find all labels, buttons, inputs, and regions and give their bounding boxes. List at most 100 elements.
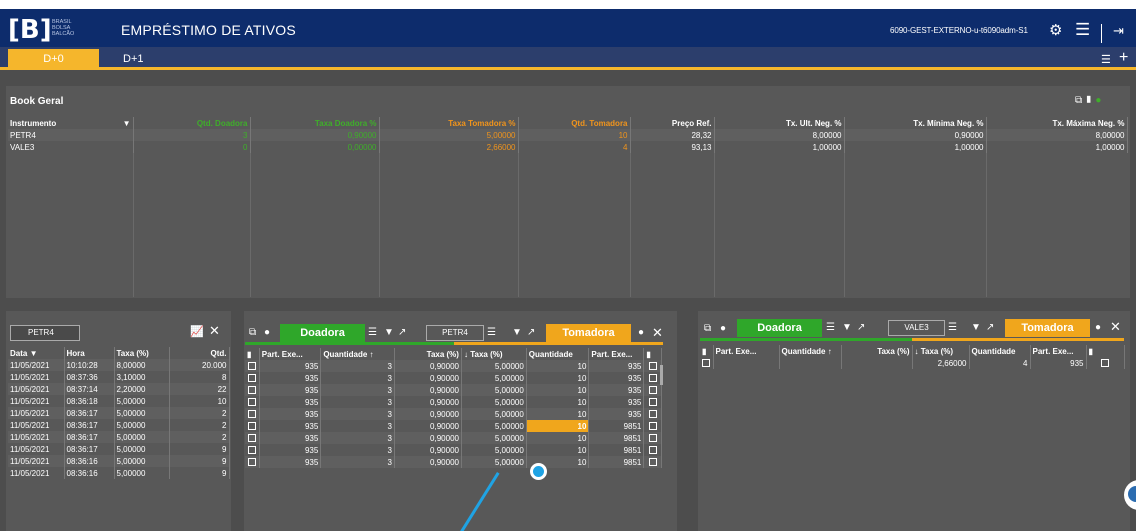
trash-icon[interactable]: ▮	[245, 348, 260, 360]
row-checkbox[interactable]	[648, 386, 657, 395]
logout-icon[interactable]: ⇥	[1113, 23, 1124, 39]
table-row[interactable]: 11/05/2021 08:36:16 5,00000 9	[8, 467, 230, 479]
table-row[interactable]: 935 3 0,90000 5,00000 10 935	[245, 372, 662, 384]
table-row[interactable]: VALE3 0 0,00000 2,66000 4 93,13 1,00000 1,00000…	[8, 141, 1128, 153]
col-taxa-donor[interactable]: Taxa (%)	[841, 345, 913, 357]
col-taxa-taker[interactable]: ↓ Taxa (%)	[912, 345, 970, 357]
instrument-input[interactable]: PETR4	[426, 325, 484, 341]
row-checkbox[interactable]	[648, 422, 657, 431]
toggle-icon[interactable]: ●	[264, 327, 270, 338]
trash-icon[interactable]: ▮	[700, 345, 714, 357]
trend-icon[interactable]: ↗	[398, 327, 406, 338]
row-checkbox[interactable]	[247, 458, 256, 467]
col-tx-ult[interactable]: Tx. Ult. Neg. %	[714, 117, 845, 129]
search-list-icon[interactable]: ☰	[368, 327, 377, 338]
table-row[interactable]: 11/05/2021 08:36:17 5,00000 2	[8, 407, 230, 419]
tab-d0[interactable]: D+0	[8, 49, 99, 69]
table-row[interactable]: 11/05/2021 08:36:17 5,00000 9	[8, 443, 230, 455]
col-part-exe-donor[interactable]: Part. Exe...	[713, 345, 780, 357]
col-qtd-doadora[interactable]: Qtd. Doadora	[133, 117, 251, 129]
close-icon[interactable]: ✕	[652, 325, 663, 341]
popout-icon[interactable]: ⧉	[1075, 95, 1082, 106]
col-taxa-taker[interactable]: ↓ Taxa (%)	[461, 348, 527, 360]
table-row[interactable]: 11/05/2021 08:36:18 5,00000 10	[8, 395, 230, 407]
row-checkbox[interactable]	[247, 386, 256, 395]
row-checkbox[interactable]	[247, 422, 256, 431]
col-qtd-donor[interactable]: Quantidade ↑	[779, 345, 842, 357]
instrument-input[interactable]: PETR4	[10, 325, 80, 341]
table-row[interactable]: 11/05/2021 08:36:17 5,00000 2	[8, 419, 230, 431]
col-qtd-donor[interactable]: Quantidade ↑	[320, 348, 395, 360]
table-row[interactable]: PETR4 3 0,90000 5,00000 10 28,32 8,00000 0,9000…	[8, 129, 1128, 141]
table-row[interactable]: 935 3 0,90000 5,00000 10 9851	[245, 444, 662, 456]
table-row[interactable]: 935 3 0,90000 5,00000 10 935	[245, 408, 662, 420]
col-qtd-taker[interactable]: Quantidade	[969, 345, 1031, 357]
popout-icon[interactable]: ⧉	[249, 327, 256, 338]
row-checkbox[interactable]	[648, 410, 657, 419]
col-tx-max[interactable]: Tx. Máxima Neg. %	[986, 117, 1128, 129]
table-row[interactable]: 11/05/2021 08:37:36 3,10000 8	[8, 371, 230, 383]
table-row[interactable]: 935 3 0,90000 5,00000 10 9851	[245, 420, 662, 432]
row-checkbox[interactable]	[648, 458, 657, 467]
toggle-icon[interactable]: ●	[720, 323, 726, 334]
toggle-icon[interactable]: ●	[1095, 322, 1101, 333]
filter-icon[interactable]: ▼	[384, 327, 394, 338]
row-checkbox[interactable]	[247, 362, 256, 371]
row-checkbox[interactable]	[648, 434, 657, 443]
toggle-icon[interactable]: ●	[638, 327, 644, 338]
row-checkbox[interactable]	[247, 410, 256, 419]
col-part-exe-taker[interactable]: Part. Exe...	[1030, 345, 1087, 357]
row-checkbox[interactable]	[247, 398, 256, 407]
col-part-exe-taker[interactable]: Part. Exe...	[588, 348, 645, 360]
col-taxa-donor[interactable]: Taxa (%)	[394, 348, 462, 360]
row-checkbox[interactable]	[247, 446, 256, 455]
row-checkbox[interactable]	[247, 434, 256, 443]
table-row[interactable]: 935 3 0,90000 5,00000 10 9851	[245, 432, 662, 444]
instrument-input[interactable]: VALE3	[888, 320, 945, 336]
row-checkbox[interactable]	[648, 374, 657, 383]
table-row[interactable]: 935 3 0,90000 5,00000 10 935	[245, 360, 662, 372]
filter-icon[interactable]: ▼	[842, 322, 852, 333]
row-checkbox[interactable]	[702, 359, 711, 368]
toggle-icon[interactable]: ●	[1095, 95, 1101, 106]
table-row[interactable]: 935 3 0,90000 5,00000 10 935	[245, 384, 662, 396]
col-taxa[interactable]: Taxa (%)	[114, 347, 170, 359]
trend-icon[interactable]: ↗	[527, 327, 535, 338]
menu-icon[interactable]: ☰	[1075, 20, 1090, 40]
table-row[interactable]: 935 3 0,90000 5,00000 10 935	[245, 396, 662, 408]
filter-icon[interactable]: ▼	[971, 322, 981, 333]
table-row[interactable]: 11/05/2021 08:36:16 5,00000 9	[8, 455, 230, 467]
donor-tab[interactable]: Doadora	[280, 324, 365, 342]
col-instrumento[interactable]: Instrumento ▼	[8, 117, 134, 129]
row-checkbox[interactable]	[247, 374, 256, 383]
trash-icon[interactable]: ▮	[643, 348, 662, 360]
donor-tab[interactable]: Doadora	[737, 319, 822, 337]
gear-icon[interactable]: ⚙	[1049, 21, 1062, 39]
col-taxa-tomadora[interactable]: Taxa Tomadora %	[379, 117, 519, 129]
row-checkbox[interactable]	[1101, 359, 1109, 368]
col-preco-ref[interactable]: Preço Ref.	[630, 117, 715, 129]
col-qtd-taker[interactable]: Quantidade	[526, 348, 590, 360]
chart-icon[interactable]: 📈	[190, 325, 204, 338]
col-tx-min[interactable]: Tx. Mínima Neg. %	[844, 117, 987, 129]
close-icon[interactable]: ✕	[209, 323, 220, 339]
col-qtd-tomadora[interactable]: Qtd. Tomadora	[518, 117, 631, 129]
list-icon[interactable]: ☰	[1101, 53, 1111, 66]
col-part-exe-donor[interactable]: Part. Exe...	[259, 348, 322, 360]
close-icon[interactable]: ✕	[1110, 319, 1121, 335]
col-hora[interactable]: Hora	[64, 347, 115, 359]
table-row[interactable]: 935 3 0,90000 5,00000 10 9851	[245, 456, 662, 468]
search-list-icon[interactable]: ☰	[948, 322, 957, 333]
popout-icon[interactable]: ⧉	[704, 323, 711, 334]
table-row[interactable]: 11/05/2021 10:10:28 8,00000 20.000	[8, 359, 230, 371]
col-data[interactable]: Data ▼	[8, 347, 65, 359]
trend-icon[interactable]: ↗	[986, 322, 994, 333]
scrollbar[interactable]	[660, 365, 663, 385]
tab-d1[interactable]: D+1	[123, 49, 163, 69]
taker-tab[interactable]: Tomadora	[1005, 319, 1090, 337]
col-qtd[interactable]: Qtd.	[169, 347, 230, 359]
table-row[interactable]: 11/05/2021 08:36:17 5,00000 2	[8, 431, 230, 443]
table-row[interactable]: 2,66000 4 935	[700, 357, 1125, 369]
trash-icon[interactable]: ▮	[1086, 345, 1125, 357]
search-list-icon[interactable]: ☰	[487, 327, 496, 338]
